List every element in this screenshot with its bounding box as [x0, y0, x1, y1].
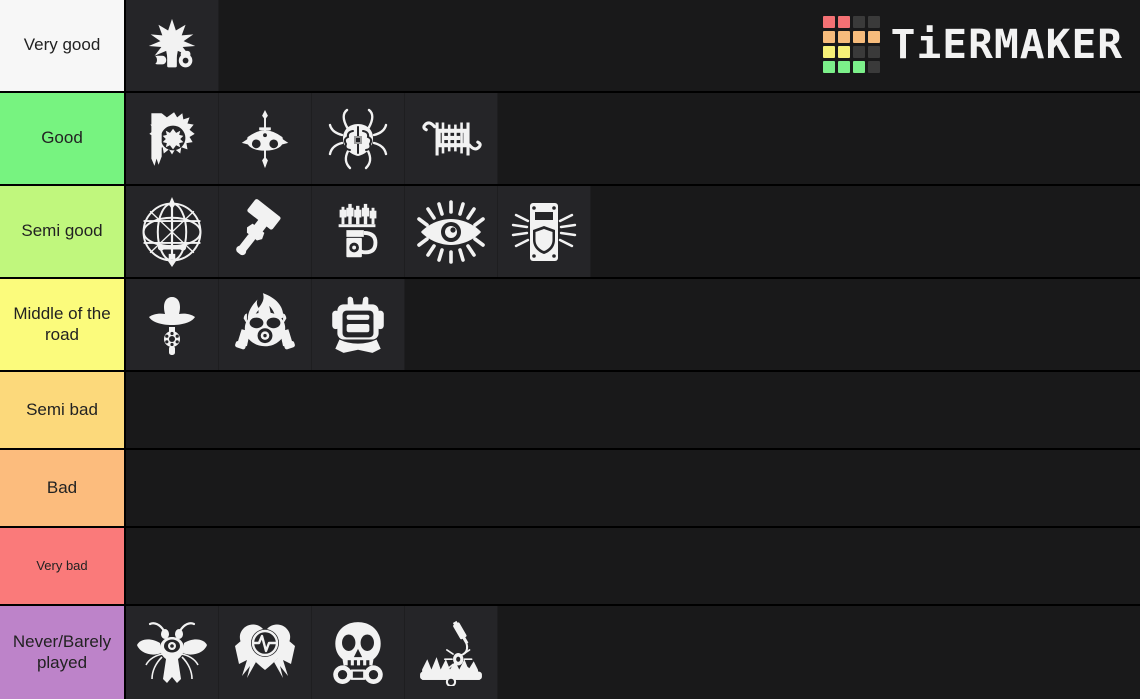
tier-row: Middle of the road [0, 279, 1140, 372]
tier-label-7[interactable]: Never/Barely played [0, 606, 126, 699]
tier-dropzone-2[interactable] [126, 186, 1140, 277]
flaming-gasmask-icon[interactable] [219, 279, 312, 370]
tier-dropzone-3[interactable] [126, 279, 1140, 370]
tier-row: Never/Barely played [0, 606, 1140, 699]
tier-dropzone-7[interactable] [126, 606, 1140, 699]
tier-dropzone-0[interactable] [126, 0, 1140, 91]
tier-row: Semi bad [0, 372, 1140, 450]
tier-dropzone-1[interactable] [126, 93, 1140, 184]
tier-empty-space-7[interactable] [498, 606, 1140, 699]
tier-empty-space-2[interactable] [591, 186, 1140, 277]
contraption-icon[interactable] [405, 93, 498, 184]
tier-label-2[interactable]: Semi good [0, 186, 126, 277]
tier-row: Very good [0, 0, 1140, 93]
hammer-icon[interactable] [219, 186, 312, 277]
beartrap-icon[interactable] [405, 606, 498, 699]
tier-label-1[interactable]: Good [0, 93, 126, 184]
backpack-icon[interactable] [312, 279, 405, 370]
tier-label-5[interactable]: Bad [0, 450, 126, 526]
eye-fly-icon[interactable] [126, 606, 219, 699]
tier-label-3[interactable]: Middle of the road [0, 279, 126, 370]
shield-locker-icon[interactable] [498, 186, 591, 277]
tier-empty-space-4[interactable] [126, 372, 1140, 448]
tier-rows-container: Very good Good Semi good Middle of the r… [0, 0, 1140, 699]
tier-label-0[interactable]: Very good [0, 0, 126, 91]
heart-pulse-icon[interactable] [219, 606, 312, 699]
tier-row: Very bad [0, 528, 1140, 606]
skull-cuffs-icon[interactable] [312, 606, 405, 699]
sun-banner-icon[interactable] [126, 93, 219, 184]
tier-empty-space-5[interactable] [126, 450, 1140, 526]
tier-label-4[interactable]: Semi bad [0, 372, 126, 448]
tier-row: Semi good [0, 186, 1140, 279]
tier-empty-space-0[interactable] [219, 0, 1140, 91]
tier-empty-space-3[interactable] [405, 279, 1140, 370]
tier-row: Bad [0, 450, 1140, 528]
tier-dropzone-4[interactable] [126, 372, 1140, 448]
sword-orb-icon[interactable] [126, 186, 219, 277]
spider-brain-icon[interactable] [312, 93, 405, 184]
tier-dropzone-5[interactable] [126, 450, 1140, 526]
tier-label-6[interactable]: Very bad [0, 528, 126, 604]
sword-mask-icon[interactable] [219, 93, 312, 184]
cowboy-revolver-icon[interactable] [126, 279, 219, 370]
tier-empty-space-1[interactable] [498, 93, 1140, 184]
tier-list-board: Very good Good Semi good Middle of the r… [0, 0, 1140, 699]
tier-empty-space-6[interactable] [126, 528, 1140, 604]
radiant-eye-icon[interactable] [405, 186, 498, 277]
firecracker-icon[interactable] [126, 0, 219, 91]
tier-row: Good [0, 93, 1140, 186]
tier-dropzone-6[interactable] [126, 528, 1140, 604]
syringe-rack-icon[interactable] [312, 186, 405, 277]
